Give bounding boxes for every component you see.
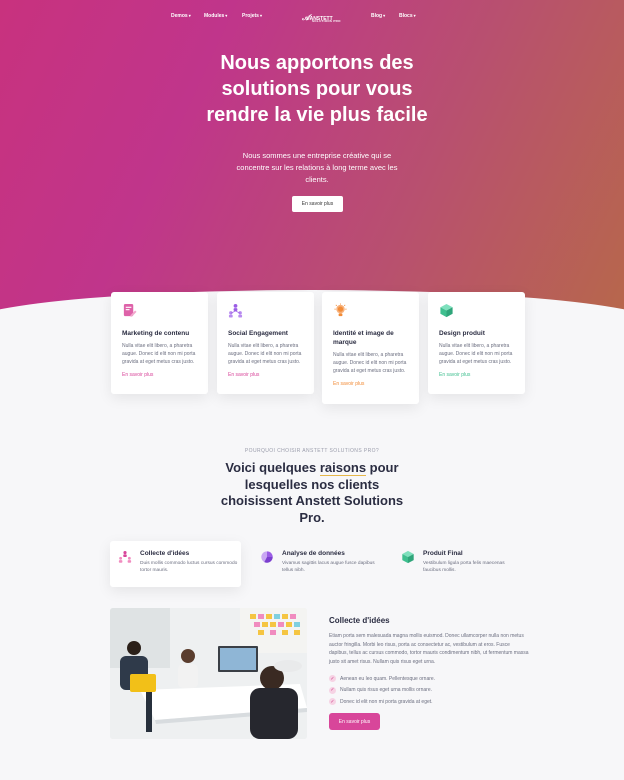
service-card: Social Engagement Nulla vitae elit liber… — [217, 292, 314, 394]
checklist-text: Donec id elit non mi porta gravida at eg… — [340, 698, 433, 705]
section-heading: Voici quelques raisons pour lesquelles n… — [212, 460, 412, 526]
detail-title: Collecte d'idées — [329, 616, 390, 625]
feature-body: Analyse de données Vivamus sagittis lacu… — [282, 549, 380, 574]
checklist-text: Nullam quis risus eget urna mollis ornar… — [340, 687, 432, 694]
top-nav: Demos▾ Modules▾ Projets▾ 𝒜ANSTETT SOLUTIO… — [0, 12, 624, 23]
chevron-down-icon: ▾ — [383, 13, 386, 18]
service-text: Nulla vitae elit libero, a pharetra augu… — [333, 352, 407, 374]
checklist-item: ✓ Nullam quis risus eget urna mollis orna… — [329, 685, 435, 697]
service-title: Social Engagement — [228, 330, 288, 337]
check-icon: ✓ — [329, 686, 336, 694]
network-icon — [228, 303, 243, 318]
service-link[interactable]: En savoir plus — [333, 381, 408, 387]
feature-text: Vestibulum ligula porta felis maecenas f… — [423, 561, 505, 573]
logo-mark-icon: 𝒜 — [302, 12, 310, 22]
service-title: Identité et image de marque — [333, 330, 394, 346]
nav-projets[interactable]: Projets▾ — [242, 13, 262, 19]
service-card: Design produit Nulla vitae elit libero, … — [428, 292, 525, 394]
nav-blocs[interactable]: Blocs▾ — [399, 13, 416, 19]
feature-item[interactable]: Produit Final Vestibulum ligula porta fe… — [401, 549, 521, 574]
hero-title: Nous apportons des solutions pour vous r… — [206, 52, 428, 126]
detail-text: Etiam porta sem malesuada magna mollis e… — [329, 633, 529, 665]
feature-title: Collecte d'idées — [140, 550, 190, 557]
team-icon — [118, 551, 132, 563]
chevron-down-icon: ▾ — [225, 13, 228, 18]
checklist: ✓ Aenean eu leo quam. Pellentesque ornare… — [329, 673, 435, 708]
section-eyebrow: POURQUOI CHOISIR ANSTETT SOLUTIONS PRO? — [244, 448, 380, 454]
nav-label: Demos — [171, 13, 188, 19]
detail-learn-more-button[interactable]: En savoir plus — [329, 713, 380, 730]
nav-label: Modules — [204, 13, 225, 19]
hero-learn-more-button[interactable]: En savoir plus — [292, 196, 343, 212]
office-meeting-illustration — [110, 608, 307, 739]
service-link[interactable]: En savoir plus — [122, 372, 197, 378]
cube-icon — [440, 303, 453, 318]
service-text: Nulla vitae elit libero, a pharetra augu… — [439, 343, 513, 365]
feature-item[interactable]: Collecte d'idées Duis mollis commodo luc… — [118, 549, 238, 574]
service-link[interactable]: En savoir plus — [439, 372, 514, 378]
feature-item[interactable]: Analyse de données Vivamus sagittis lacu… — [260, 549, 380, 574]
check-icon: ✓ — [329, 698, 336, 706]
feature-text: Duis mollis commodo luctus cursus commod… — [140, 561, 238, 573]
chevron-down-icon: ▾ — [413, 13, 416, 18]
nav-label: Projets — [242, 13, 259, 19]
pie-chart-icon — [261, 551, 273, 563]
hero-subtitle: Nous sommes une entreprise créative qui … — [236, 151, 398, 184]
heading-highlight: raisons — [319, 460, 367, 476]
nav-demos[interactable]: Demos▾ — [171, 13, 191, 19]
feature-title: Analyse de données — [282, 550, 345, 557]
service-title: Marketing de contenu — [122, 330, 190, 337]
check-icon: ✓ — [329, 675, 336, 683]
feature-body: Produit Final Vestibulum ligula porta fe… — [423, 549, 521, 574]
nav-label: Blocs — [399, 13, 413, 19]
heading-text: Voici quelques — [225, 460, 320, 475]
service-link[interactable]: En savoir plus — [228, 372, 303, 378]
chevron-down-icon: ▾ — [188, 13, 191, 18]
lightbulb-icon — [334, 303, 347, 317]
feature-text: Vivamus sagittis lacus augue fusce dapib… — [282, 561, 375, 573]
service-card: Identité et image de marque Nulla vitae … — [322, 292, 419, 404]
logo-subtext: SOLUTIONS PRO — [312, 19, 341, 23]
feature-body: Collecte d'idées Duis mollis commodo luc… — [140, 549, 238, 574]
office-meeting-photo — [110, 608, 307, 739]
box-icon — [402, 550, 414, 564]
nav-modules[interactable]: Modules▾ — [204, 13, 227, 19]
document-edit-icon — [123, 303, 137, 317]
checklist-item: ✓ Aenean eu leo quam. Pellentesque ornare… — [329, 673, 435, 685]
checklist-text: Aenean eu leo quam. Pellentesque ornare. — [340, 675, 436, 682]
nav-label: Blog — [371, 13, 383, 19]
service-title: Design produit — [439, 330, 485, 337]
service-card: Marketing de contenu Nulla vitae elit li… — [111, 292, 208, 394]
chevron-down-icon: ▾ — [259, 13, 262, 18]
nav-blog[interactable]: Blog▾ — [371, 13, 385, 19]
logo[interactable]: 𝒜ANSTETT SOLUTIONS PRO — [302, 12, 341, 23]
service-text: Nulla vitae elit libero, a pharetra augu… — [228, 343, 302, 365]
checklist-item: ✓ Donec id elit non mi porta gravida at e… — [329, 696, 435, 708]
service-text: Nulla vitae elit libero, a pharetra augu… — [122, 343, 196, 365]
feature-title: Produit Final — [423, 550, 463, 557]
